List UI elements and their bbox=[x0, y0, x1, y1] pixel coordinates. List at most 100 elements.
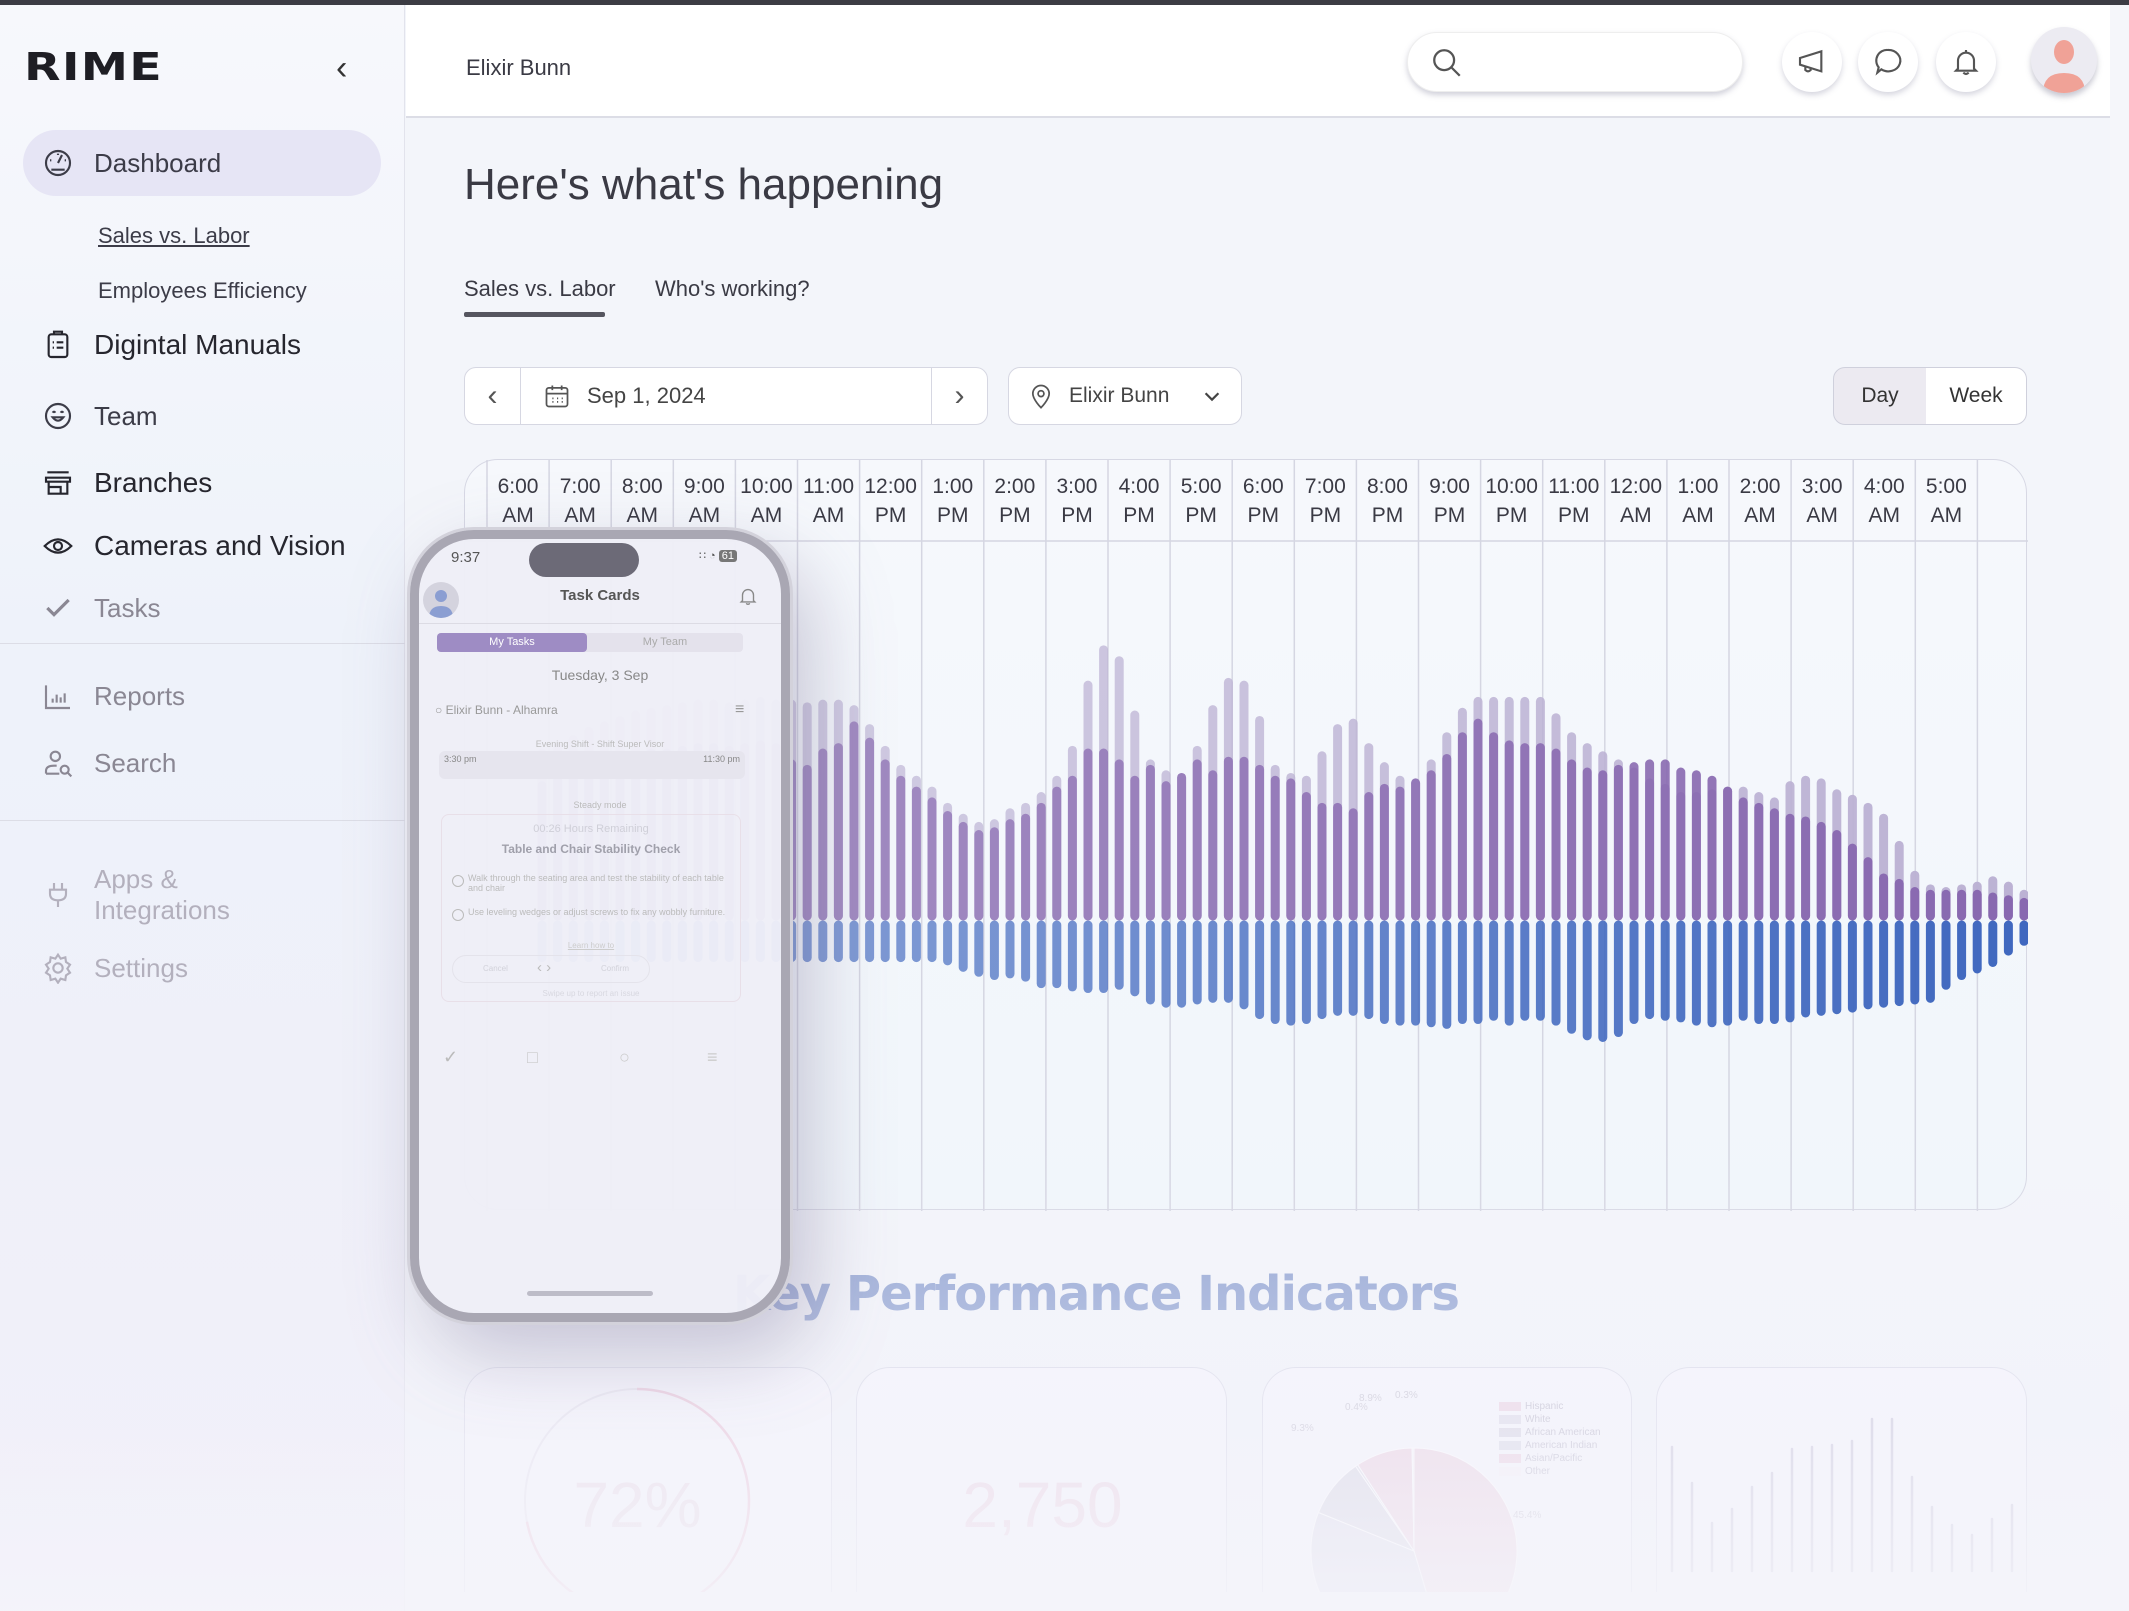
sidebar-item-settings[interactable]: Settings bbox=[23, 935, 381, 1001]
sidebar-item-label: Cameras and Vision bbox=[94, 530, 346, 561]
x-tick-label: 11:00 bbox=[803, 475, 854, 498]
kpi-card-gauge[interactable]: 72% bbox=[464, 1367, 832, 1592]
x-tick-period: AM bbox=[1869, 504, 1901, 527]
sidebar-item-digital-manuals[interactable]: Digintal Manuals bbox=[23, 312, 381, 378]
x-tick-label: 12:00 bbox=[864, 475, 917, 498]
step-checked-icon[interactable] bbox=[452, 875, 464, 887]
legend-item: African American bbox=[1499, 1426, 1601, 1439]
sidebar-item-team[interactable]: Team bbox=[23, 383, 381, 449]
sidebar-item-label: Settings bbox=[94, 952, 188, 983]
phone-mode: Steady mode bbox=[573, 800, 627, 810]
tab-whos-working[interactable]: Who's working? bbox=[655, 276, 810, 302]
tab-tasks-icon[interactable]: ✓ bbox=[443, 1047, 458, 1068]
x-tick-label: 7:00 bbox=[560, 475, 601, 498]
sidebar: RIME ‹ Dashboard Sales vs. Labor Employe… bbox=[0, 5, 405, 1611]
selected-branch: Elixir Bunn bbox=[1069, 384, 1170, 407]
sidebar-item-label: Dashboard bbox=[94, 147, 222, 178]
sidebar-divider bbox=[0, 820, 405, 821]
branch-dropdown[interactable]: Elixir Bunn bbox=[1008, 367, 1242, 425]
kpi-card-demographics-pie[interactable]: 45.4% 9.3% 0.4% 8.9% 0.3% Hispanic White Afric… bbox=[1262, 1367, 1632, 1592]
phone-filter-icon[interactable]: ≡ bbox=[735, 701, 744, 719]
x-tick-label: 11:00 bbox=[1548, 475, 1599, 498]
check-icon bbox=[39, 589, 77, 627]
kpi-card-count[interactable]: 2,750 bbox=[856, 1367, 1227, 1592]
range-day-button[interactable]: Day bbox=[1833, 367, 1927, 425]
phone-bell-icon[interactable] bbox=[737, 585, 759, 607]
cancel-button[interactable]: Cancel bbox=[483, 964, 508, 973]
phone-tab-my-tasks[interactable]: My Tasks bbox=[437, 633, 587, 652]
swipe-arrows-icon[interactable]: ‹ › bbox=[537, 959, 551, 976]
collapse-sidebar-chevron-icon[interactable]: ‹ bbox=[336, 49, 347, 88]
notifications-button[interactable] bbox=[1936, 32, 1996, 92]
eye-icon bbox=[39, 527, 77, 565]
phone-tab-my-team[interactable]: My Team bbox=[587, 633, 743, 652]
tab-menu-icon[interactable]: ≡ bbox=[707, 1047, 718, 1068]
selected-date[interactable]: Sep 1, 2024 bbox=[587, 383, 931, 409]
pie-data-label: 8.9% bbox=[1359, 1393, 1382, 1404]
sidebar-item-cameras-and-vision[interactable]: Cameras and Vision bbox=[23, 513, 381, 579]
confirm-button[interactable]: Confirm bbox=[601, 964, 629, 973]
sidebar-item-dashboard[interactable]: Dashboard bbox=[23, 130, 381, 196]
active-tab-indicator bbox=[464, 312, 605, 317]
sidebar-item-apps-integrations[interactable]: Apps & Integrations bbox=[23, 855, 381, 935]
phone-screen-title: Task Cards bbox=[560, 587, 640, 604]
previous-day-button[interactable]: ‹ bbox=[465, 368, 521, 424]
x-tick-label: 10:00 bbox=[1485, 475, 1538, 498]
x-tick-period: AM bbox=[564, 504, 596, 527]
legend-swatch bbox=[1499, 1466, 1521, 1476]
sidebar-subitem-sales-vs-labor[interactable]: Sales vs. Labor bbox=[98, 223, 250, 249]
gauge-icon bbox=[39, 144, 77, 182]
sidebar-item-tasks[interactable]: Tasks bbox=[23, 575, 381, 641]
kpi-section-title: Key Performance Indicators bbox=[733, 1266, 1460, 1322]
next-day-button[interactable]: › bbox=[931, 368, 987, 424]
step-unchecked-icon[interactable] bbox=[452, 909, 464, 921]
calendar-icon bbox=[545, 385, 569, 408]
kpi-card-mini-bars[interactable] bbox=[1656, 1367, 2027, 1592]
legend-label: American Indian bbox=[1525, 1440, 1598, 1451]
legend-swatch bbox=[1499, 1427, 1521, 1437]
x-tick-label: 4:00 bbox=[1864, 475, 1905, 498]
messages-button[interactable] bbox=[1858, 32, 1918, 92]
x-tick-label: 9:00 bbox=[684, 475, 725, 498]
x-tick-label: 6:00 bbox=[498, 475, 539, 498]
count-value: 2,750 bbox=[962, 1469, 1123, 1541]
pie-data-label: 0.3% bbox=[1395, 1390, 1418, 1401]
pie-data-label: 45.4% bbox=[1513, 1510, 1541, 1521]
store-icon bbox=[39, 464, 77, 502]
tab-chat-icon[interactable]: ○ bbox=[619, 1047, 630, 1068]
tab-calendar-icon[interactable]: □ bbox=[527, 1047, 538, 1068]
x-tick-label: 1:00 bbox=[1678, 475, 1719, 498]
sidebar-item-search[interactable]: Search bbox=[23, 730, 381, 796]
x-tick-period: AM bbox=[813, 504, 845, 527]
x-tick-label: 5:00 bbox=[1926, 475, 1967, 498]
x-tick-period: PM bbox=[1185, 504, 1217, 527]
sidebar-item-reports[interactable]: Reports bbox=[23, 663, 381, 729]
task-time-remaining: 00:26 Hours Remaining bbox=[533, 823, 649, 835]
x-tick-label: 5:00 bbox=[1181, 475, 1222, 498]
phone-date: Tuesday, 3 Sep bbox=[551, 667, 649, 683]
phone-task-card[interactable]: 00:26 Hours Remaining Table and Chair St… bbox=[441, 814, 741, 1002]
x-tick-period: PM bbox=[875, 504, 907, 527]
search-input[interactable] bbox=[1407, 32, 1743, 92]
x-tick-period: AM bbox=[1682, 504, 1714, 527]
avatar[interactable] bbox=[2031, 27, 2097, 93]
x-tick-label: 6:00 bbox=[1243, 475, 1284, 498]
gear-icon bbox=[39, 949, 77, 987]
sidebar-item-label: Branches bbox=[94, 467, 213, 498]
sidebar-subitem-employees-efficiency[interactable]: Employees Efficiency bbox=[98, 278, 307, 304]
x-tick-label: 8:00 bbox=[622, 475, 663, 498]
x-tick-period: PM bbox=[1496, 504, 1528, 527]
x-tick-label: 8:00 bbox=[1367, 475, 1408, 498]
pie-legend: Hispanic White African American American In… bbox=[1499, 1400, 1601, 1478]
learn-how-link[interactable]: Learn how to bbox=[442, 941, 740, 950]
tab-sales-vs-labor[interactable]: Sales vs. Labor bbox=[464, 276, 616, 302]
legend-label: Hispanic bbox=[1525, 1401, 1564, 1412]
x-tick-period: AM bbox=[689, 504, 721, 527]
x-tick-period: AM bbox=[502, 504, 534, 527]
pie-data-label: 9.3% bbox=[1291, 1423, 1314, 1434]
range-week-button[interactable]: Week bbox=[1926, 367, 2027, 425]
mini-bar-chart bbox=[1670, 1417, 2014, 1573]
sidebar-item-branches[interactable]: Branches bbox=[23, 450, 381, 516]
sidebar-item-label: Reports bbox=[94, 680, 186, 711]
announcements-button[interactable] bbox=[1782, 32, 1842, 92]
